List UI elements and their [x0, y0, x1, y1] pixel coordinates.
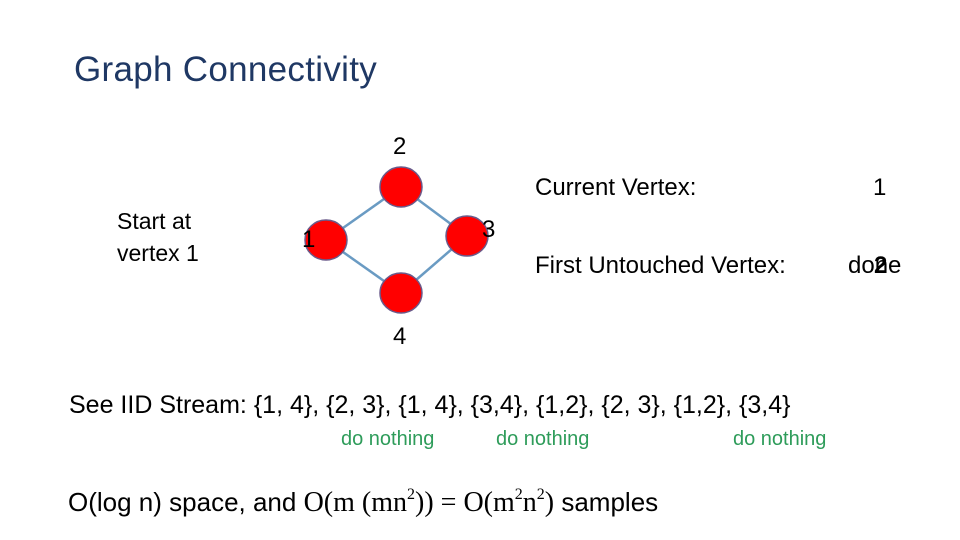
math-part: ) — [544, 487, 555, 518]
vertex-label-3: 3 — [482, 216, 496, 243]
current-vertex-value: 1 — [873, 174, 887, 201]
stream-annotation: do nothing — [341, 428, 435, 450]
math-part: O(m (mn — [303, 487, 408, 518]
complexity-suffix: samples — [554, 487, 659, 517]
vertex-label-1: 1 — [302, 226, 316, 253]
math-part: )) = O(m — [415, 487, 515, 518]
stream-annotation: do nothing — [733, 428, 827, 450]
complexity-prefix: O(log n) space, and — [68, 487, 304, 517]
vertex-label-4: 4 — [393, 323, 407, 350]
math-exponent: 2 — [407, 486, 416, 503]
stream-annotation: do nothing — [496, 428, 590, 450]
vertex-2 — [379, 166, 423, 208]
math-exponent: 2 — [514, 486, 523, 503]
stream-label: See IID Stream: — [69, 391, 247, 419]
graph-diagram — [304, 166, 489, 314]
math-part: n — [522, 487, 537, 518]
first-untouched-value: done 2 — [848, 252, 928, 284]
iid-stream: See IID Stream: {1, 4}, {2, 3}, {1, 4}, … — [69, 391, 790, 420]
math-exponent: 2 — [536, 486, 545, 503]
current-vertex-label: Current Vertex: — [535, 174, 697, 201]
vertex-label-2: 2 — [393, 133, 407, 160]
vertex-4 — [379, 272, 423, 314]
complexity-math: O(m (mn2)) = O(m2n2) — [303, 486, 555, 519]
first-untouched-overlay: 2 — [874, 252, 888, 279]
first-untouched-label: First Untouched Vertex: — [535, 252, 786, 279]
stream-items: {1, 4}, {2, 3}, {1, 4}, {3,4}, {1,2}, {2… — [253, 391, 791, 419]
complexity-statement: O(log n) space, and O(m (mn2)) = O(m2n2)… — [68, 487, 658, 519]
